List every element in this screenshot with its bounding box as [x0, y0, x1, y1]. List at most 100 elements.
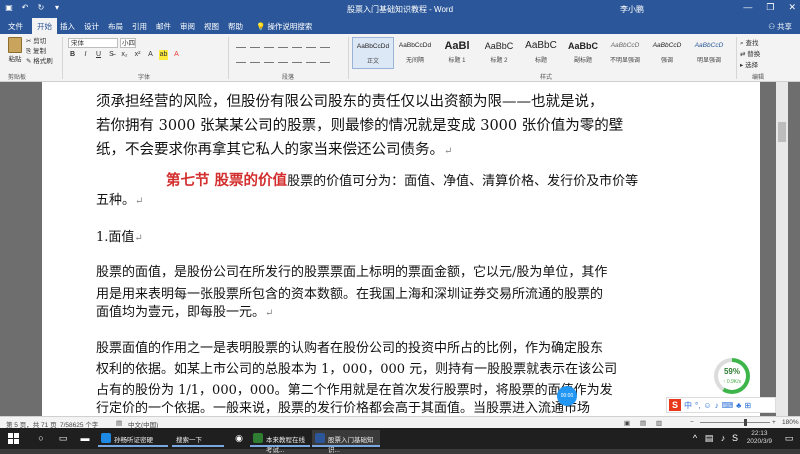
taskbar-app-search[interactable]: 搜索一下 — [172, 430, 224, 447]
tab-mailings[interactable]: 邮件 — [156, 21, 171, 32]
volume-icon[interactable]: ♪ — [718, 433, 728, 443]
italic-button[interactable]: I — [81, 50, 90, 60]
subscript-icon[interactable]: x₂ — [120, 50, 129, 60]
tab-home[interactable]: 开始 — [32, 18, 57, 34]
minimize-button[interactable]: — — [743, 2, 752, 13]
tab-file[interactable]: 文件 — [8, 21, 23, 32]
search-icon[interactable]: ○ — [36, 433, 46, 443]
select-button[interactable]: ▸ 选择 — [740, 60, 760, 71]
paragraph-mark: ↵ — [135, 196, 144, 207]
style-no-spacing[interactable]: AaBbCcDd 无间隔 — [394, 37, 436, 69]
multilevel-list-icon[interactable] — [264, 38, 274, 48]
font-size-select[interactable]: 小四 — [120, 38, 136, 48]
system-clock[interactable]: 22:13 2020/3/9 — [747, 430, 772, 446]
zoom-slider-thumb[interactable] — [744, 419, 747, 426]
tell-me-search[interactable]: 💡 操作说明搜索 — [256, 21, 312, 32]
windows-start-icon[interactable] — [8, 433, 19, 444]
scrollbar-thumb[interactable] — [778, 122, 786, 142]
bold-button[interactable]: B — [68, 50, 77, 60]
align-right-icon[interactable] — [264, 53, 274, 63]
shading-icon[interactable] — [306, 53, 316, 63]
tab-help[interactable]: 帮助 — [228, 21, 243, 32]
tab-review[interactable]: 审阅 — [180, 21, 195, 32]
tray-chevron-icon[interactable]: ^ — [690, 433, 700, 443]
zoom-in-icon[interactable]: + — [772, 419, 776, 426]
zoom-out-icon[interactable]: − — [690, 419, 694, 426]
taskbar-app-ie[interactable]: 孙畅听证密硬 — [98, 430, 168, 447]
group-label-font: 字体 — [138, 75, 151, 81]
print-layout-icon[interactable]: ▤ — [640, 419, 646, 427]
doc-line: 权利的依据。如某上市公司的总股本为 1，000，000 元，则持有一股股票就表示… — [96, 362, 618, 377]
user-name[interactable]: 李小鹏 — [620, 4, 644, 15]
font-name-select[interactable]: 宋体 — [68, 38, 118, 48]
style-subtitle[interactable]: AaBbC 副标题 — [562, 37, 604, 69]
emoji-icon[interactable]: ☺ — [703, 401, 711, 410]
network-icon[interactable]: ▤ — [704, 433, 714, 443]
close-button[interactable]: ✕ — [788, 2, 796, 13]
usage-percent: 59% — [723, 367, 740, 376]
strikethrough-icon[interactable]: S̶ — [107, 50, 116, 60]
style-subtle-emphasis[interactable]: AaBbCcD 不明显强调 — [604, 37, 646, 69]
bullets-icon[interactable] — [236, 38, 246, 48]
web-layout-icon[interactable]: ▥ — [656, 419, 662, 427]
tab-view[interactable]: 视图 — [204, 21, 219, 32]
doc-line: 股票面值的作用之一是表明股票的认购者在股份公司的投资中所占的比例，作为确定股东 — [96, 341, 604, 356]
style-intense-emphasis[interactable]: AaBbCcD 明显强调 — [688, 37, 730, 69]
decrease-indent-icon[interactable] — [278, 38, 288, 48]
zoom-level[interactable]: 180% — [782, 419, 799, 426]
folder-icon[interactable]: ▬ — [80, 433, 90, 443]
increase-indent-icon[interactable] — [292, 38, 302, 48]
notification-icon[interactable]: ▭ — [784, 433, 794, 443]
font-color-icon[interactable]: A — [172, 50, 181, 60]
replace-button[interactable]: ⇄ 替换 — [740, 49, 760, 60]
tab-insert[interactable]: 插入 — [60, 21, 75, 32]
skin-icon[interactable]: ♣ — [736, 401, 741, 410]
read-mode-icon[interactable]: ▣ — [624, 419, 630, 427]
keyboard-icon[interactable]: ⌨ — [722, 401, 734, 410]
show-marks-icon[interactable] — [320, 38, 330, 48]
network-speed-widget[interactable]: 59% ↑ 0.9K/s — [714, 358, 750, 394]
text-effects-icon[interactable]: A — [146, 50, 155, 60]
highlight-icon[interactable]: ab — [159, 50, 168, 60]
taskbar-app-exam[interactable]: 本来教程在线考试... — [250, 430, 310, 454]
style-heading-2[interactable]: AaBbC 标题 2 — [478, 37, 520, 69]
chrome-icon[interactable]: ◉ — [234, 433, 244, 443]
tab-design[interactable]: 设计 — [84, 21, 99, 32]
divider — [62, 37, 63, 79]
punctuation-icon[interactable]: °, — [695, 401, 700, 410]
voice-icon[interactable]: ♪ — [715, 401, 719, 410]
underline-button[interactable]: U — [94, 50, 103, 60]
tools-icon[interactable]: ⊞ — [744, 401, 751, 410]
zoom-slider[interactable] — [700, 422, 770, 423]
cut-button[interactable]: ✂ 剪切 — [26, 37, 53, 47]
find-button[interactable]: ⌕ 查找 — [740, 38, 760, 49]
justify-icon[interactable] — [278, 53, 288, 63]
sort-icon[interactable] — [306, 38, 316, 48]
restore-button[interactable]: ❐ — [766, 2, 774, 13]
align-left-icon[interactable] — [236, 53, 246, 63]
numbering-icon[interactable] — [250, 38, 260, 48]
style-emphasis[interactable]: AaBbCcD 强调 — [646, 37, 688, 69]
tab-layout[interactable]: 布局 — [108, 21, 123, 32]
proofing-icon[interactable]: ▤ — [116, 419, 122, 427]
group-label-clipboard: 剪贴板 — [8, 75, 27, 81]
align-center-icon[interactable] — [250, 53, 260, 63]
superscript-icon[interactable]: x² — [133, 50, 142, 60]
paste-button[interactable]: 粘贴 — [6, 37, 24, 67]
doc-line: 须承担经营的风险，但股份有限公司股东的责任仅以出资额为限——也就是说， — [96, 94, 604, 110]
style-heading-1[interactable]: AaBl 标题 1 — [436, 37, 478, 69]
copy-button[interactable]: ⎘ 复制 — [26, 47, 53, 57]
taskbar-app-word[interactable]: 股票入门基础知识... — [312, 430, 380, 454]
tab-references[interactable]: 引用 — [132, 21, 147, 32]
style-title[interactable]: AaBbC 标题 — [520, 37, 562, 69]
task-view-icon[interactable]: ▭ — [58, 433, 68, 443]
format-painter-button[interactable]: ✎ 格式刷 — [26, 57, 53, 67]
ime-toolbar[interactable]: S 中 °, ☺ ♪ ⌨ ♣ ⊞ — [666, 397, 776, 413]
line-spacing-icon[interactable] — [292, 53, 302, 63]
vertical-scrollbar[interactable] — [776, 82, 788, 416]
style-normal[interactable]: AaBbCcDd 正文 — [352, 37, 394, 69]
chinese-mode-icon[interactable]: 中 — [684, 400, 692, 411]
ime-indicator-icon[interactable]: S — [730, 433, 740, 443]
borders-icon[interactable] — [320, 53, 330, 63]
share-button[interactable]: ⚇ 共享 — [768, 21, 792, 32]
